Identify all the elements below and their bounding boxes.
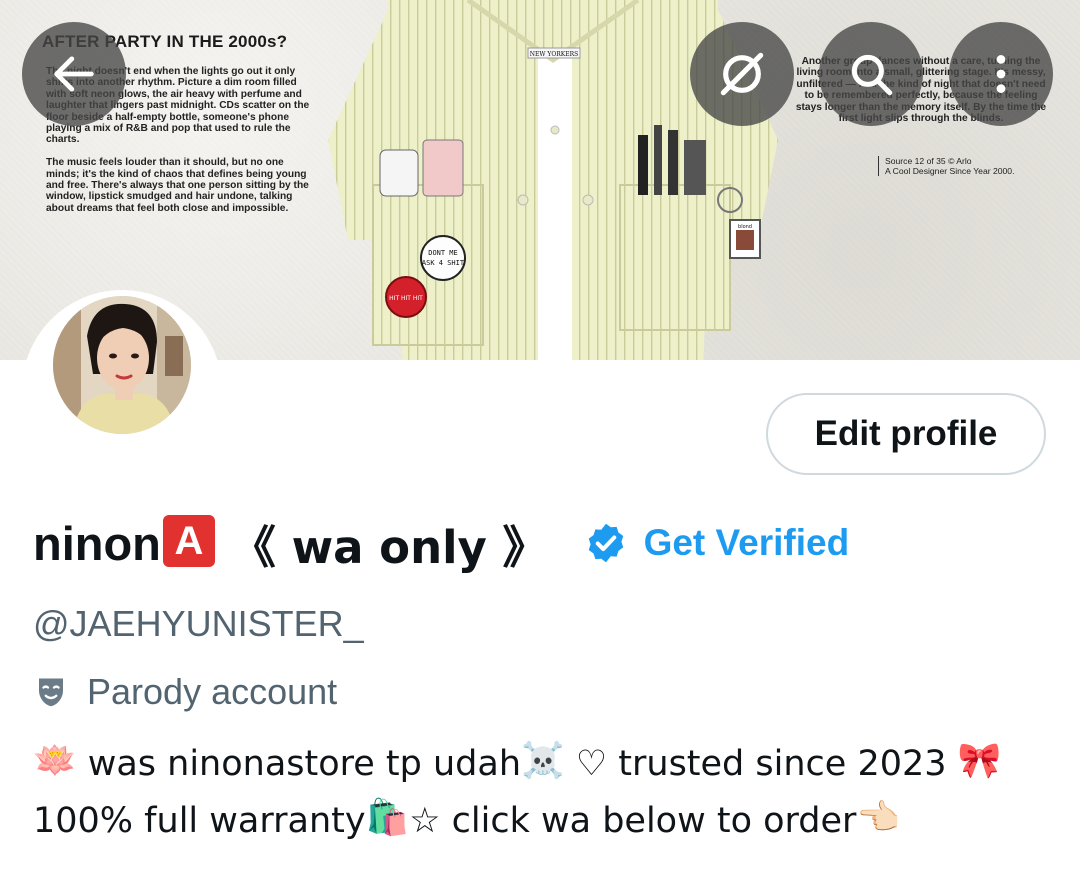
avatar[interactable] — [53, 296, 191, 434]
letter-a-badge: A — [162, 515, 215, 567]
edit-profile-button[interactable]: Edit profile — [766, 393, 1046, 475]
profile-bio: 🪷 was ninonastore tp udah☠️ ♡ trusted si… — [33, 736, 1063, 850]
arrow-left-icon — [54, 56, 94, 92]
display-name: ninon — [33, 516, 161, 570]
pin-1-text: DONT ME — [428, 249, 458, 257]
svg-text:HIT HIT HIT: HIT HIT HIT — [389, 295, 423, 302]
avatar-photo — [53, 296, 191, 434]
search-icon — [851, 54, 893, 96]
username-handle: @JAEHYUNISTER_ — [33, 603, 364, 644]
bio-text: ♡ trusted since 2023 — [564, 744, 958, 784]
mask-icon — [39, 678, 63, 707]
parody-label-row: Parody account — [33, 668, 337, 716]
shopping-bags-emoji: 🛍️ — [365, 798, 410, 838]
poster-source: Source 12 of 35 © Arlo A Cool Designer S… — [878, 156, 1014, 176]
search-button[interactable] — [819, 22, 923, 126]
bio-text: 100% full warranty — [33, 801, 366, 841]
shirt-tag-text: NEW YORKERS — [530, 51, 579, 58]
ribbon-emoji: 🎀 — [957, 741, 1002, 781]
svg-text:blond: blond — [738, 224, 752, 230]
parody-account-label: Parody account — [87, 671, 338, 712]
pointing-hand-emoji: 👈🏻 — [856, 798, 901, 838]
bio-text: ☆ click wa below to order — [409, 801, 857, 841]
grok-icon — [720, 52, 764, 96]
more-vertical-icon — [996, 55, 1006, 93]
bio-line-2: 100% full warranty🛍️☆ click wa below to … — [33, 793, 1063, 850]
display-name-suffix: 《 wa only 》 — [230, 520, 548, 574]
svg-text:ASK 4 SHIT: ASK 4 SHIT — [422, 259, 465, 267]
grok-button[interactable] — [690, 22, 794, 126]
skull-crossbones-emoji: ☠️ — [521, 741, 565, 781]
get-verified-link[interactable]: Get Verified — [644, 522, 850, 564]
bio-line-1: 🪷 was ninonastore tp udah☠️ ♡ trusted si… — [33, 736, 1063, 793]
lotus-emoji: 🪷 — [33, 741, 77, 781]
display-name-row: ninon A 《 wa only 》 Get Verified — [33, 508, 849, 578]
more-button[interactable] — [949, 22, 1053, 126]
verified-badge-icon[interactable] — [584, 521, 628, 565]
bio-text: was ninonastore tp udah — [76, 744, 522, 784]
back-button[interactable] — [22, 22, 126, 126]
